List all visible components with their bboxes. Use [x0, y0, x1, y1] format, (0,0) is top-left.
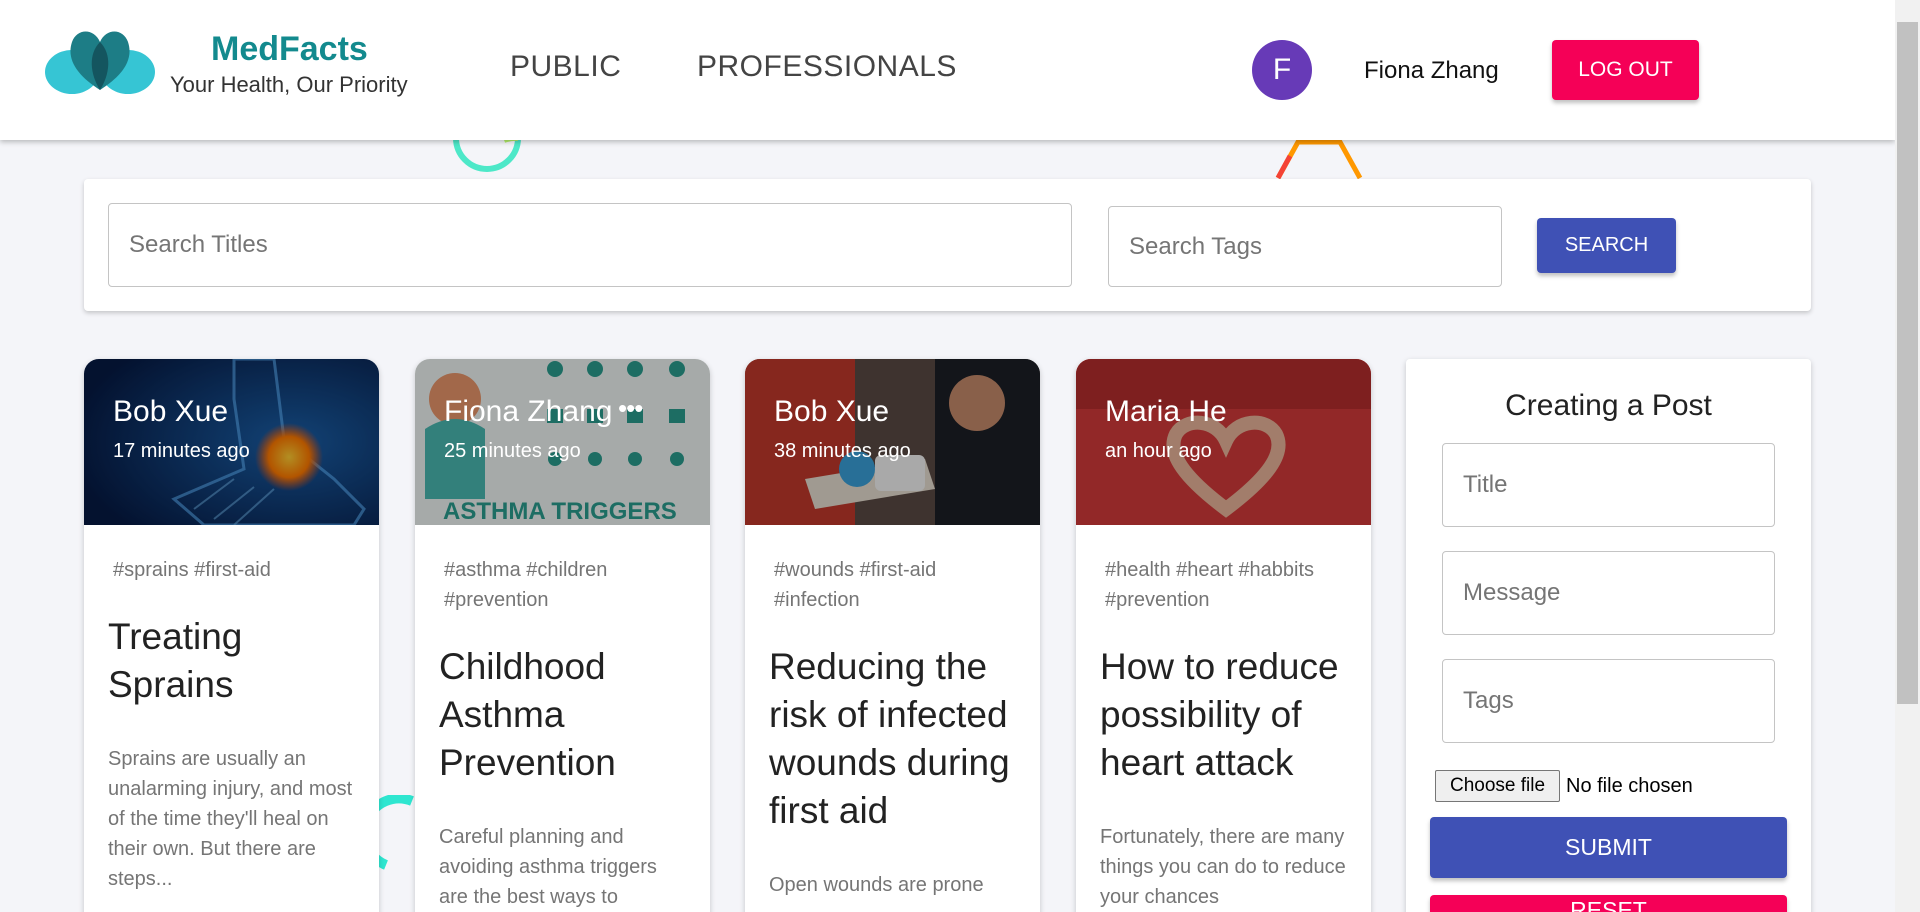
search-tags-input[interactable]: Search Tags	[1108, 206, 1502, 287]
logout-button[interactable]: LOG OUT	[1552, 40, 1699, 100]
post-card[interactable]: Bob Xue 38 minutes ago #wounds #first-ai…	[745, 359, 1040, 912]
post-time: 25 minutes ago	[444, 440, 581, 462]
message-input[interactable]: Message	[1442, 551, 1775, 635]
post-body: Fortunately, there are many things you c…	[1100, 826, 1346, 908]
post-author: Maria He	[1105, 395, 1227, 428]
reset-button[interactable]: RESET	[1430, 895, 1787, 912]
post-body: Careful planning and avoiding asthma tri…	[439, 826, 657, 908]
scrollbar-thumb[interactable]	[1897, 22, 1918, 704]
post-author: Bob Xue	[113, 395, 229, 428]
post-tags: #sprains #first-aid	[113, 559, 271, 581]
decorative-arc-shape	[376, 795, 414, 870]
brand-tagline: Your Health, Our Priority	[170, 72, 408, 97]
user-name: Fiona Zhang	[1364, 57, 1499, 84]
post-author: Fiona Zhang	[444, 395, 613, 428]
nav-professionals[interactable]: PROFESSIONALS	[697, 50, 957, 84]
submit-button[interactable]: SUBMIT	[1430, 817, 1787, 878]
post-tags: #asthma #children #prevention	[444, 559, 608, 611]
title-input[interactable]: Title	[1442, 443, 1775, 527]
choose-file-button[interactable]: Choose file	[1435, 770, 1560, 802]
search-titles-input[interactable]: Search Titles	[108, 203, 1072, 287]
file-status: No file chosen	[1566, 775, 1693, 797]
post-body: Open wounds are prone	[769, 874, 984, 896]
post-tags: #health #heart #habbits #prevention	[1105, 559, 1315, 611]
post-title: Childhood Asthma Prevention	[439, 646, 616, 783]
post-time: 38 minutes ago	[774, 440, 911, 462]
post-card[interactable]: Bob Xue 17 minutes ago #sprains #first-a…	[84, 359, 379, 912]
nav-public[interactable]: PUBLIC	[510, 50, 621, 84]
post-tags: #wounds #first-aid #infection	[774, 559, 937, 611]
post-title: Treating Sprains	[108, 616, 243, 705]
post-card[interactable]: ASTHMA TRIGGERS Fiona Zhang ••• 25 minut…	[415, 359, 710, 912]
app-bar: MedFacts Your Health, Our Priority PUBLI…	[0, 0, 1895, 140]
user-avatar[interactable]: F	[1252, 40, 1312, 100]
brand-name: MedFacts	[211, 30, 368, 68]
decorative-hexagon-shape	[1275, 139, 1363, 180]
post-title: How to reduce possibility of heart attac…	[1100, 646, 1339, 783]
post-time: an hour ago	[1105, 440, 1212, 462]
post-author: Bob Xue	[774, 395, 890, 428]
medfacts-logo-icon[interactable]	[44, 24, 156, 98]
post-body: Sprains are usually an unalarming injury…	[108, 748, 353, 890]
post-card[interactable]: Maria He an hour ago #health #heart #hab…	[1076, 359, 1371, 912]
post-time: 17 minutes ago	[113, 440, 250, 462]
tags-input[interactable]: Tags	[1442, 659, 1775, 743]
decorative-ring-shape	[453, 138, 521, 172]
more-options-icon[interactable]: •••	[618, 393, 643, 424]
post-title: Reducing the risk of infected wounds dur…	[769, 646, 1010, 831]
search-button[interactable]: SEARCH	[1537, 218, 1676, 273]
form-heading: Creating a Post	[1505, 389, 1712, 422]
